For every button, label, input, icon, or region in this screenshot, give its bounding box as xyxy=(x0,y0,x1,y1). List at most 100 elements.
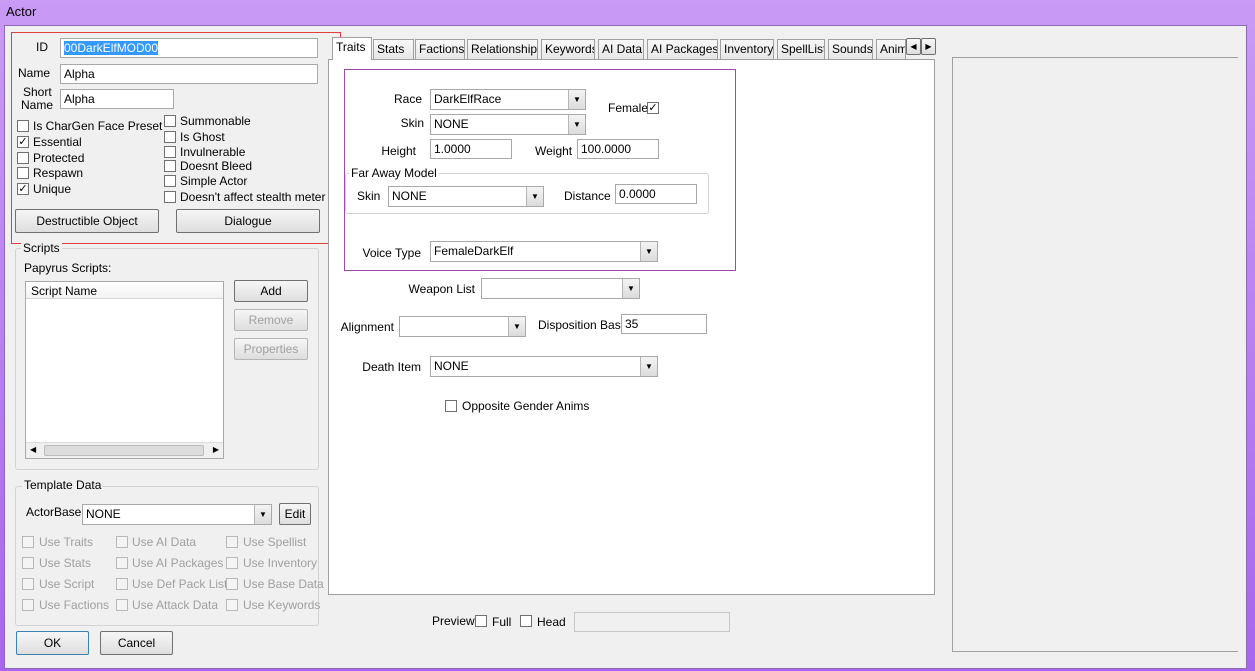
use-inventory-checkbox[interactable] xyxy=(226,557,238,569)
use-def-pack-list-checkbox[interactable] xyxy=(116,578,128,590)
distance-label: Distance xyxy=(564,189,611,203)
scripts-group-title: Scripts xyxy=(21,241,62,255)
script-name-column-header[interactable]: Script Name xyxy=(26,282,223,299)
simple-actor-checkbox[interactable] xyxy=(164,175,176,187)
scroll-left-icon[interactable]: ◀ xyxy=(30,445,36,454)
respawn-label: Respawn xyxy=(33,166,84,180)
is-ghost-checkbox[interactable] xyxy=(164,131,176,143)
race-value: DarkElfRace xyxy=(434,92,502,106)
tab-keywords[interactable]: Keywords xyxy=(541,39,595,59)
distance-field[interactable]: 0.0000 xyxy=(615,184,697,204)
script-list[interactable]: Script Name ◀ ▶ xyxy=(25,281,224,459)
weight-field[interactable]: 100.0000 xyxy=(577,139,659,159)
tab-inventory[interactable]: Inventory xyxy=(720,39,774,59)
use-factions-checkbox[interactable] xyxy=(22,599,34,611)
preview-full-checkbox[interactable] xyxy=(475,615,487,627)
edit-actorbase-button[interactable]: Edit xyxy=(279,503,311,525)
death-item-value: NONE xyxy=(434,359,469,373)
tab-scroll-right-icon[interactable]: ▶ xyxy=(921,38,936,55)
tab-ai-data[interactable]: AI Data xyxy=(598,39,644,59)
use-factions-label: Use Factions xyxy=(39,598,110,612)
alignment-dropdown[interactable]: ▼ xyxy=(399,316,526,337)
use-spellist-checkbox[interactable] xyxy=(226,536,238,548)
tab-relationships[interactable]: Relationships xyxy=(467,39,538,59)
skin-dropdown[interactable]: NONE ▼ xyxy=(430,114,586,135)
simple-actor-label: Simple Actor xyxy=(180,174,248,188)
use-script-checkbox[interactable] xyxy=(22,578,34,590)
chevron-down-icon: ▼ xyxy=(254,505,271,524)
tab-traits[interactable]: Traits xyxy=(332,37,372,60)
stealth-meter-checkbox[interactable] xyxy=(164,191,176,203)
voice-type-dropdown[interactable]: FemaleDarkElf ▼ xyxy=(430,241,658,262)
preview-full-label: Full xyxy=(492,615,512,629)
far-away-model-title: Far Away Model xyxy=(349,166,439,180)
script-properties-button[interactable]: Properties xyxy=(234,338,308,360)
respawn-checkbox[interactable] xyxy=(17,167,29,179)
tab-sounds[interactable]: Sounds xyxy=(828,39,873,59)
use-ai-packages-checkbox[interactable] xyxy=(116,557,128,569)
add-script-button[interactable]: Add xyxy=(234,280,308,302)
short-name-field[interactable]: Alpha xyxy=(60,89,174,109)
tab-anim[interactable]: Anim xyxy=(876,39,906,59)
protected-checkbox[interactable] xyxy=(17,152,29,164)
chargen-preset-checkbox[interactable] xyxy=(17,120,29,132)
use-traits-checkbox[interactable] xyxy=(22,536,34,548)
race-dropdown[interactable]: DarkElfRace ▼ xyxy=(430,89,586,110)
alignment-label: Alignment xyxy=(340,320,394,334)
essential-label: Essential xyxy=(33,135,82,149)
preview-pane[interactable] xyxy=(952,57,1238,652)
preview-head-label: Head xyxy=(537,615,566,629)
tab-spelllist[interactable]: SpellList xyxy=(777,39,825,59)
use-stats-checkbox[interactable] xyxy=(22,557,34,569)
protected-label: Protected xyxy=(33,151,85,165)
use-ai-data-checkbox[interactable] xyxy=(116,536,128,548)
female-label: Female xyxy=(608,101,649,115)
tab-scroll-left-icon[interactable]: ◀ xyxy=(906,38,921,55)
summonable-checkbox[interactable] xyxy=(164,115,176,127)
chevron-down-icon: ▼ xyxy=(640,242,657,261)
name-label: Name xyxy=(17,66,50,80)
weapon-list-dropdown[interactable]: ▼ xyxy=(481,278,640,299)
use-keywords-checkbox[interactable] xyxy=(226,599,238,611)
short-name-label-1: Short xyxy=(23,85,52,99)
essential-checkbox[interactable]: ✓ xyxy=(17,136,29,148)
tab-ai-packages[interactable]: AI Packages xyxy=(647,39,718,59)
chevron-down-icon: ▼ xyxy=(568,115,585,134)
female-checkbox[interactable]: ✓ xyxy=(647,102,659,114)
use-base-data-checkbox[interactable] xyxy=(226,578,238,590)
death-item-dropdown[interactable]: NONE ▼ xyxy=(430,356,658,377)
script-list-hscrollbar[interactable]: ◀ ▶ xyxy=(26,442,223,458)
scroll-right-icon[interactable]: ▶ xyxy=(213,445,219,454)
tab-factions[interactable]: Factions xyxy=(415,39,465,59)
disposition-base-label: Disposition Base xyxy=(538,318,628,332)
chevron-down-icon: ▼ xyxy=(640,357,657,376)
tab-stats[interactable]: Stats xyxy=(373,39,414,59)
invulnerable-checkbox[interactable] xyxy=(164,146,176,158)
opposite-gender-anims-label: Opposite Gender Anims xyxy=(462,399,590,413)
far-skin-dropdown[interactable]: NONE ▼ xyxy=(388,186,544,207)
preview-head-checkbox[interactable] xyxy=(520,615,532,627)
actorbase-dropdown[interactable]: NONE ▼ xyxy=(82,504,272,525)
name-field[interactable]: Alpha xyxy=(60,64,318,84)
remove-script-button[interactable]: Remove xyxy=(234,309,308,331)
window-title: Actor xyxy=(6,4,37,19)
death-item-label: Death Item xyxy=(362,360,421,374)
height-field[interactable]: 1.0000 xyxy=(430,139,512,159)
ok-button[interactable]: OK xyxy=(16,631,89,655)
use-base-data-label: Use Base Data xyxy=(243,577,324,591)
weapon-list-label: Weapon List xyxy=(408,282,476,296)
use-attack-data-checkbox[interactable] xyxy=(116,599,128,611)
papyrus-scripts-label: Papyrus Scripts: xyxy=(24,261,112,275)
short-name-label-2: Name xyxy=(21,98,54,112)
destructible-object-button[interactable]: Destructible Object xyxy=(15,209,159,233)
unique-label: Unique xyxy=(33,182,72,196)
cancel-button[interactable]: Cancel xyxy=(100,631,173,655)
scrollbar-thumb[interactable] xyxy=(44,445,204,456)
id-field[interactable]: 00DarkElfMOD00 xyxy=(60,38,318,58)
title-bar[interactable] xyxy=(0,0,1255,24)
dialogue-button[interactable]: Dialogue xyxy=(176,209,320,233)
doesnt-bleed-checkbox[interactable] xyxy=(164,160,176,172)
unique-checkbox[interactable]: ✓ xyxy=(17,183,29,195)
opposite-gender-anims-checkbox[interactable] xyxy=(445,400,457,412)
disposition-base-field[interactable]: 35 xyxy=(621,314,707,334)
